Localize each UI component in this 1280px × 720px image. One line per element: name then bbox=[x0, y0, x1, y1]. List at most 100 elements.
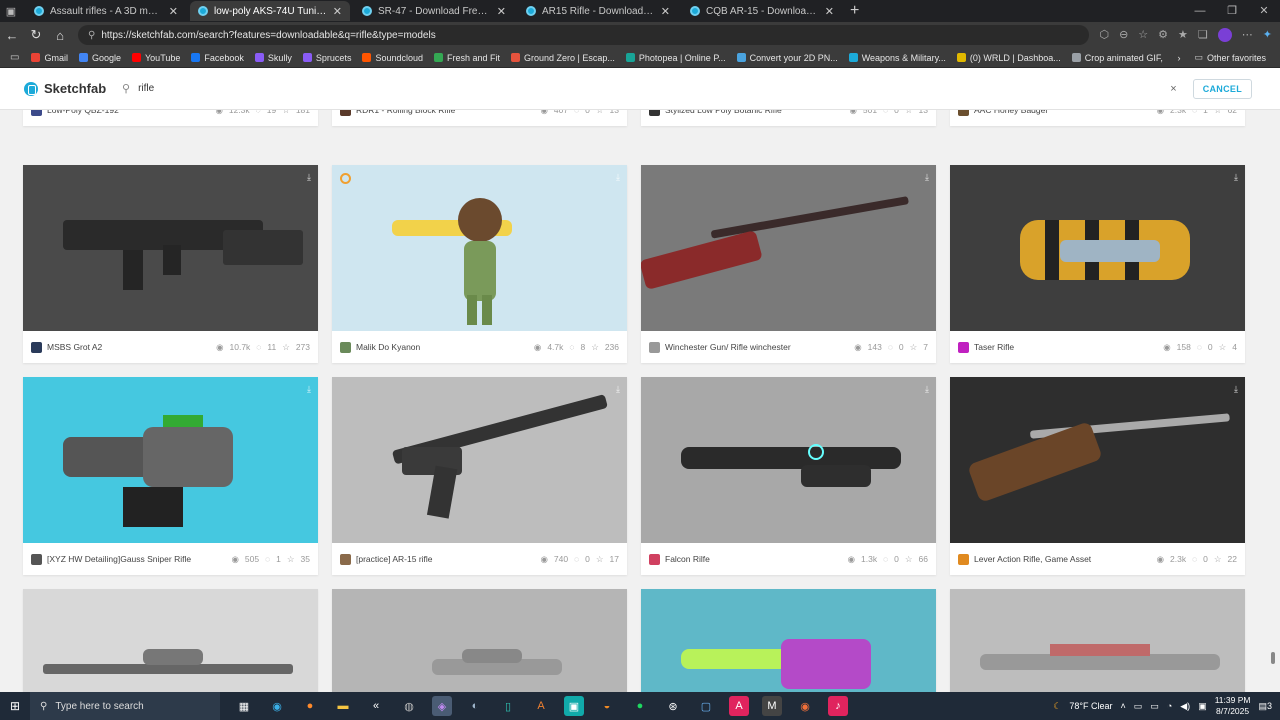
model-title[interactable]: [XYZ HW Detailing]Gauss Sniper Rifle bbox=[47, 554, 227, 564]
model-thumbnail[interactable]: ⤓ bbox=[641, 165, 936, 331]
browser-tab[interactable]: low-poly AKS-74U Tuning - Down ✕ bbox=[190, 1, 350, 21]
browser-tab[interactable]: SR-47 - Download Free 3D mode ✕ bbox=[354, 1, 514, 21]
collections-icon[interactable]: ❏ bbox=[1198, 28, 1208, 42]
browser-tab[interactable]: Assault rifles - A 3D model collec ✕ bbox=[26, 1, 186, 21]
minimize-icon[interactable]: — bbox=[1184, 0, 1216, 22]
download-icon[interactable]: ⤓ bbox=[1234, 384, 1238, 395]
model-thumbnail[interactable]: ⤓ bbox=[950, 377, 1245, 543]
bookmark-item[interactable]: Google bbox=[78, 53, 121, 63]
browser-tab[interactable]: CQB AR-15 - Download Free 3D ✕ bbox=[682, 1, 842, 21]
tray-app-icon-2[interactable]: ▭ bbox=[1150, 701, 1159, 712]
model-thumbnail[interactable]: ⤓ bbox=[641, 377, 936, 543]
author-avatar[interactable] bbox=[958, 341, 969, 353]
model-card[interactable]: ⤓ [practice] AR-15 rifle ◉ 740 ◌ 0 ☆ 17 bbox=[332, 377, 627, 575]
page-scrollbar[interactable] bbox=[1270, 112, 1276, 690]
reader-icon[interactable]: ⊖ bbox=[1119, 28, 1128, 42]
bookmark-item[interactable]: Crop animated GIF, bbox=[1071, 53, 1163, 63]
model-card[interactable] bbox=[641, 589, 936, 692]
app-icon-m[interactable]: M bbox=[762, 696, 782, 716]
notification-icon[interactable]: ▤3 bbox=[1258, 701, 1272, 712]
bookmark-item[interactable]: Ground Zero | Escap... bbox=[511, 53, 615, 63]
file-explorer-icon[interactable]: ▬ bbox=[333, 696, 353, 716]
download-icon[interactable]: ⤓ bbox=[1234, 172, 1238, 183]
other-favorites[interactable]: ▭ Other favorites bbox=[1194, 52, 1266, 63]
close-tab-icon[interactable]: ✕ bbox=[825, 5, 834, 18]
clock[interactable]: 11:39 PM 8/7/2025 bbox=[1215, 695, 1251, 717]
bookmark-item[interactable]: Soundcloud bbox=[362, 53, 423, 63]
tray-app-icon[interactable]: ▭ bbox=[1134, 701, 1143, 712]
browser-tab[interactable]: AR15 Rifle - Download Free 3D m ✕ bbox=[518, 1, 678, 21]
close-window-icon[interactable]: ✕ bbox=[1248, 0, 1280, 22]
close-tab-icon[interactable]: ✕ bbox=[333, 5, 342, 18]
edge-icon[interactable]: ◉ bbox=[267, 696, 287, 716]
model-title[interactable]: Taser Rifle bbox=[974, 342, 1158, 352]
reload-icon[interactable]: ↻ bbox=[24, 27, 48, 43]
close-tab-icon[interactable]: ✕ bbox=[661, 5, 670, 18]
model-thumbnail[interactable]: ⤓ bbox=[23, 165, 318, 331]
model-card[interactable] bbox=[332, 589, 627, 692]
chrome-icon[interactable]: ⊛ bbox=[663, 696, 683, 716]
extensions-icon[interactable]: ⚙ bbox=[1158, 28, 1168, 42]
like-star-icon[interactable]: ☆ bbox=[1214, 554, 1222, 565]
app-icon-orange[interactable]: ◉ bbox=[795, 696, 815, 716]
bookmark-item[interactable]: Fresh and Fit bbox=[434, 53, 500, 63]
windows-start-icon[interactable]: ⊞ bbox=[0, 699, 30, 713]
bookmark-item[interactable]: Photopea | Online P... bbox=[625, 53, 726, 63]
address-bar[interactable]: ⚲ https://sketchfab.com/search?features=… bbox=[78, 25, 1090, 45]
steam-icon[interactable]: ◐ bbox=[465, 696, 485, 716]
more-menu-icon[interactable]: ⋯ bbox=[1242, 28, 1253, 42]
home-icon[interactable]: ⌂ bbox=[48, 28, 72, 43]
model-card[interactable]: ⤓ Winchester Gun/ Rifle winchester ◉ 143 ◌ 0 ☆… bbox=[641, 165, 936, 363]
blender-icon[interactable]: ◒ bbox=[597, 696, 617, 716]
search-field[interactable]: ⚲ rifle bbox=[118, 78, 1170, 100]
bookmark-item[interactable]: Convert your 2D PN... bbox=[736, 53, 838, 63]
site-info-icon[interactable]: ⚲ bbox=[88, 30, 95, 41]
bookmarks-chevron-icon[interactable]: › bbox=[1177, 53, 1180, 63]
download-icon[interactable]: ⤓ bbox=[307, 384, 311, 395]
adobe-icon[interactable]: A bbox=[729, 696, 749, 716]
firefox-icon[interactable]: ● bbox=[300, 696, 320, 716]
model-card[interactable]: ⤓ Taser Rifle ◉ 158 ◌ 0 ☆ 4 bbox=[950, 165, 1245, 363]
bookmark-item[interactable]: Sprucets bbox=[302, 53, 351, 63]
app-icon-a[interactable]: A bbox=[531, 696, 551, 716]
model-thumbnail[interactable]: ⤓ bbox=[332, 377, 627, 543]
like-star-icon[interactable]: ☆ bbox=[910, 342, 918, 353]
like-star-icon[interactable]: ☆ bbox=[282, 342, 290, 353]
model-title[interactable]: [practice] AR-15 rifle bbox=[356, 554, 536, 564]
like-star-icon[interactable]: ☆ bbox=[1219, 342, 1227, 353]
model-thumbnail[interactable] bbox=[23, 589, 318, 692]
author-avatar[interactable] bbox=[31, 553, 42, 565]
network-icon[interactable]: ◔ bbox=[1167, 701, 1172, 711]
model-title[interactable]: Winchester Gun/ Rifle winchester bbox=[665, 342, 849, 352]
extension-icon[interactable]: ⬡ bbox=[1099, 28, 1109, 42]
like-star-icon[interactable]: ☆ bbox=[591, 342, 599, 353]
model-thumbnail[interactable] bbox=[332, 589, 627, 692]
model-thumbnail[interactable] bbox=[641, 589, 936, 692]
model-card[interactable] bbox=[950, 589, 1245, 692]
new-tab-button[interactable]: + bbox=[850, 2, 859, 20]
download-icon[interactable]: ⤓ bbox=[616, 384, 620, 395]
profile-avatar[interactable] bbox=[1217, 28, 1232, 42]
bookmark-item[interactable]: Weapons & Military... bbox=[848, 53, 946, 63]
download-icon[interactable]: ⤓ bbox=[925, 384, 929, 395]
model-title[interactable]: Lever Action Rifle, Game Asset bbox=[974, 554, 1152, 564]
model-thumbnail[interactable]: ⤓ bbox=[950, 165, 1245, 331]
close-tab-icon[interactable]: ✕ bbox=[497, 5, 506, 18]
browser-active-icon[interactable]: ◈ bbox=[432, 696, 452, 716]
favorite-star-icon[interactable]: ☆ bbox=[1138, 28, 1148, 42]
author-avatar[interactable] bbox=[340, 341, 351, 353]
tray-chevron-icon[interactable]: ˄ bbox=[1121, 701, 1126, 711]
maximize-icon[interactable]: ❐ bbox=[1216, 0, 1248, 22]
window-menu-icon[interactable]: ▣ bbox=[0, 0, 22, 22]
model-card[interactable]: ⤓ Malik Do Kyanon ◉ 4.7k ◌ 8 ☆ 236 bbox=[332, 165, 627, 363]
bookmarks-apps-icon[interactable]: ▭ bbox=[10, 52, 19, 63]
app-icon-circle[interactable]: ◍ bbox=[399, 696, 419, 716]
model-card[interactable]: ⤓ [XYZ HW Detailing]Gauss Sniper Rifle ◉ 50… bbox=[23, 377, 318, 575]
tiktok-icon[interactable]: ♪ bbox=[828, 696, 848, 716]
close-tab-icon[interactable]: ✕ bbox=[169, 5, 178, 18]
download-icon[interactable]: ⤓ bbox=[307, 172, 311, 183]
model-card[interactable] bbox=[23, 589, 318, 692]
sketchfab-logo[interactable]: Sketchfab bbox=[24, 81, 118, 96]
app-icon-window[interactable]: ▢ bbox=[696, 696, 716, 716]
author-avatar[interactable] bbox=[649, 341, 660, 353]
